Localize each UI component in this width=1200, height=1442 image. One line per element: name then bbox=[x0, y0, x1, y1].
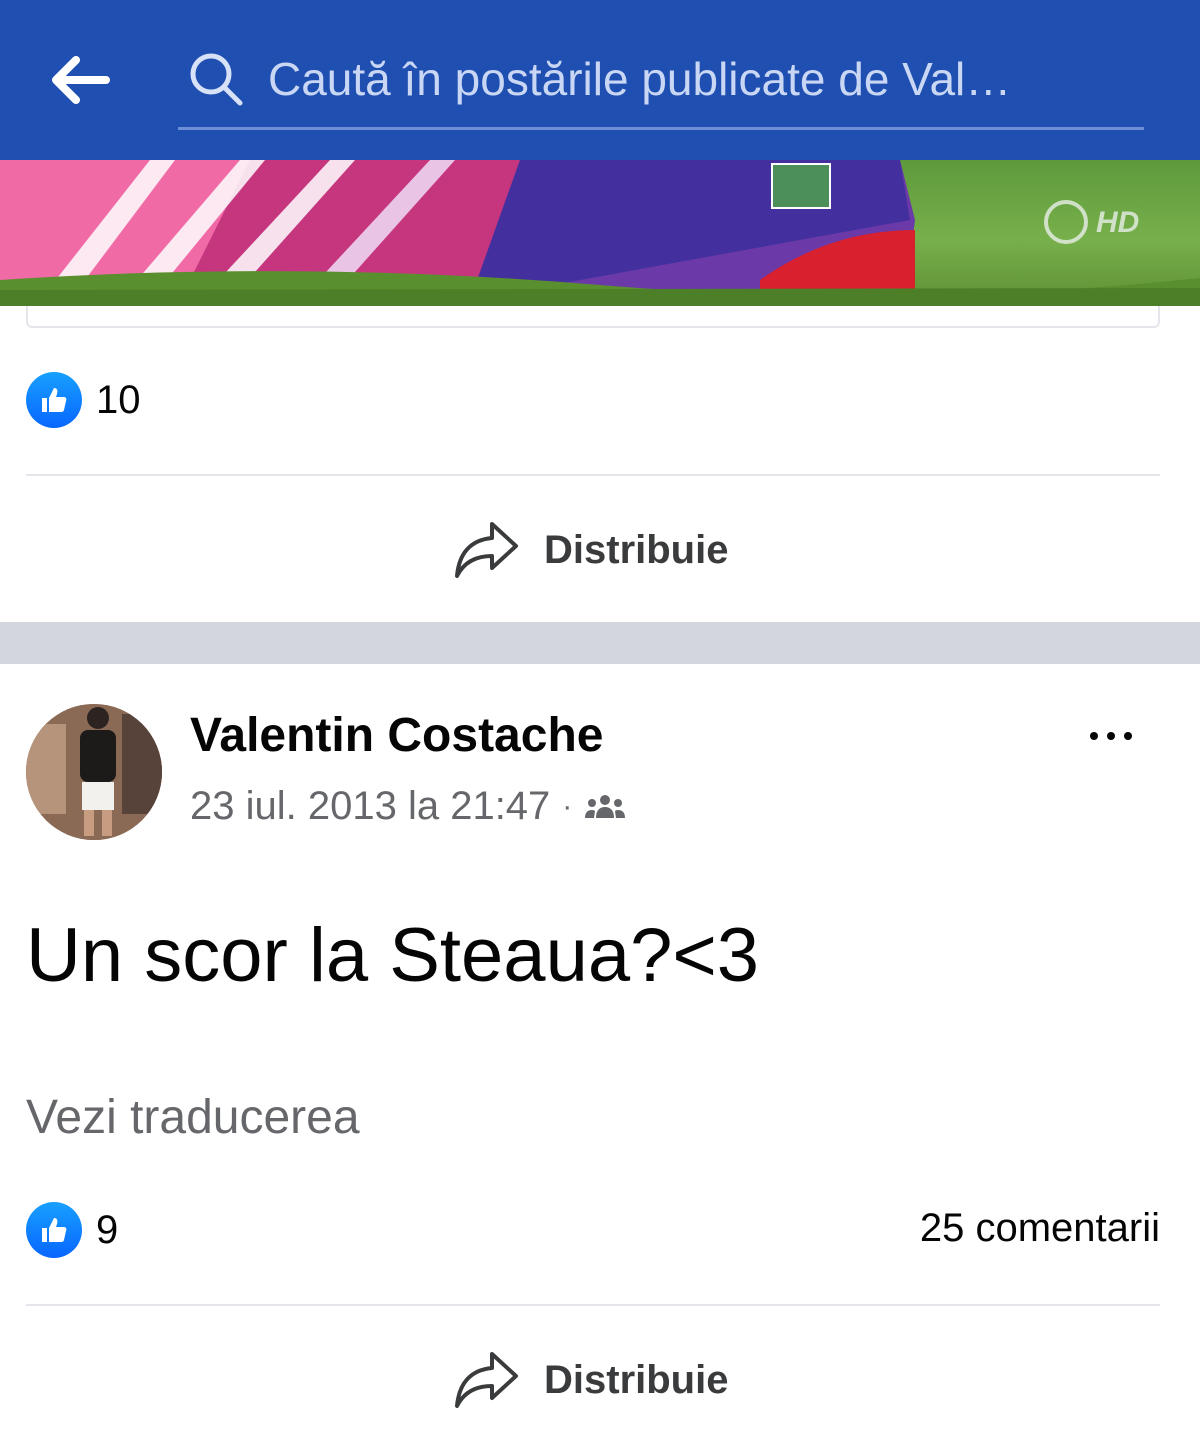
author-name[interactable]: Valentin Costache bbox=[190, 708, 603, 763]
share-label: Distribuie bbox=[544, 1357, 729, 1402]
like-count: 10 bbox=[96, 377, 141, 422]
post-text: Un scor la Steaua?<3 bbox=[26, 913, 760, 998]
share-icon bbox=[455, 522, 518, 578]
friends-icon bbox=[585, 794, 626, 818]
post-meta: 23 iul. 2013 la 21:47 · bbox=[190, 784, 626, 829]
boot-image bbox=[0, 160, 1200, 306]
share-button[interactable]: Distribuie bbox=[452, 1348, 728, 1412]
post-image[interactable]: HD bbox=[0, 160, 1200, 306]
meta-separator: · bbox=[562, 789, 573, 823]
more-options-button[interactable] bbox=[1078, 712, 1144, 760]
timestamp[interactable]: 23 iul. 2013 la 21:47 bbox=[190, 784, 550, 829]
see-translation-link[interactable]: Vezi traducerea bbox=[26, 1090, 360, 1145]
feed-separator bbox=[0, 622, 1200, 664]
divider bbox=[26, 474, 1160, 476]
card-border bbox=[26, 306, 1160, 328]
more-dot-icon bbox=[1124, 732, 1132, 740]
image-watermark: HD bbox=[1096, 206, 1140, 239]
share-label: Distribuie bbox=[544, 527, 729, 572]
like-icon bbox=[26, 372, 82, 428]
back-button[interactable] bbox=[44, 46, 116, 114]
more-dot-icon bbox=[1090, 732, 1098, 740]
more-dot-icon bbox=[1107, 732, 1115, 740]
divider bbox=[26, 1304, 1160, 1306]
search-placeholder: Caută în postările publicate de Val… bbox=[268, 52, 1012, 105]
post2-reactions[interactable]: 9 bbox=[26, 1202, 118, 1258]
avatar[interactable] bbox=[26, 704, 162, 840]
post1-reactions[interactable]: 10 bbox=[26, 372, 141, 428]
like-icon bbox=[26, 1202, 82, 1258]
like-count: 9 bbox=[96, 1207, 119, 1252]
search-input[interactable]: Caută în postările publicate de Val… bbox=[178, 30, 1144, 130]
share-button[interactable]: Distribuie bbox=[452, 518, 728, 582]
top-bar: Caută în postările publicate de Val… bbox=[0, 0, 1200, 160]
search-icon bbox=[178, 44, 254, 114]
arrow-left-icon bbox=[52, 56, 110, 104]
share-icon bbox=[455, 1352, 518, 1408]
comments-count-link[interactable]: 25 comentarii bbox=[920, 1206, 1160, 1251]
